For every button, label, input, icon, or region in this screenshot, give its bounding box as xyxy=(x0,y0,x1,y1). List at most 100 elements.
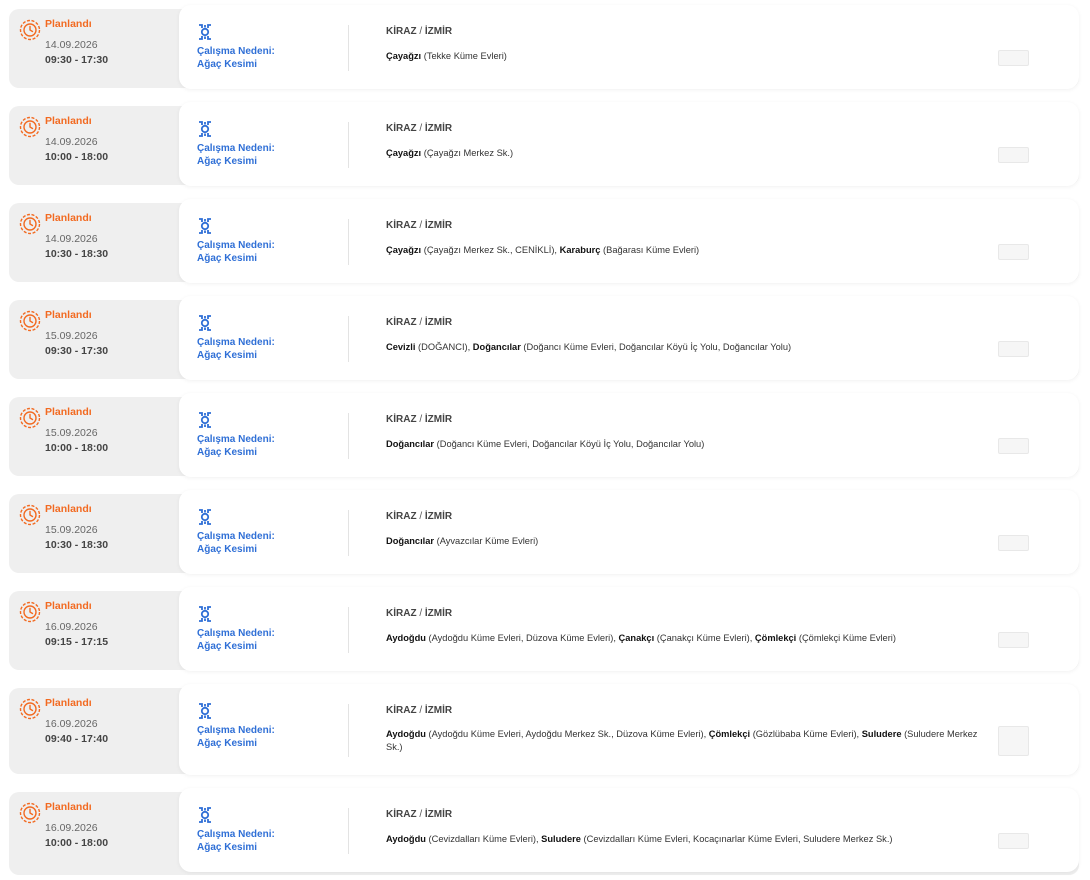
outage-card: Çalışma Nedeni: Ağaç Kesimi KİRAZ / İZMİR A… xyxy=(179,788,1079,872)
planned-clock-icon xyxy=(19,601,41,623)
details-button[interactable] xyxy=(998,726,1029,756)
outage-list: Planlandı 14.09.2026 09:30 - 17:30 Çalışma … xyxy=(0,0,1090,880)
status-label: Planlandı xyxy=(45,406,92,418)
outage-date: 15.09.2026 xyxy=(45,330,98,342)
status-label: Planlandı xyxy=(45,212,92,224)
reason-value: Ağaç Kesimi xyxy=(197,544,258,555)
planned-clock-icon xyxy=(19,310,41,332)
outage-date: 16.09.2026 xyxy=(45,718,98,730)
divider xyxy=(348,25,349,71)
outage-date: 14.09.2026 xyxy=(45,136,98,148)
reason-label: Çalışma Nedeni: xyxy=(197,829,275,840)
reason-label: Çalışma Nedeni: xyxy=(197,725,275,736)
province-name: İZMİR xyxy=(424,608,453,619)
details-button[interactable] xyxy=(998,438,1029,454)
area-streets: (DOĞANCI), xyxy=(415,342,473,352)
divider xyxy=(348,510,349,556)
area-name: Çömlekçi xyxy=(708,729,751,739)
area-name: Aydoğdu xyxy=(386,729,426,739)
location-separator: / xyxy=(416,608,425,619)
status-panel: Planlandı 14.09.2026 09:30 - 17:30 xyxy=(9,9,179,88)
reason-label: Çalışma Nedeni: xyxy=(197,46,275,57)
gear-tool-icon xyxy=(196,806,214,824)
reason-label: Çalışma Nedeni: xyxy=(197,628,275,639)
reason-label: Çalışma Nedeni: xyxy=(197,434,275,445)
area-streets: (Ayvazcılar Küme Evleri) xyxy=(434,536,539,546)
district-name: KİRAZ xyxy=(386,511,417,522)
area-streets: (Bağarası Küme Evleri) xyxy=(600,245,700,255)
affected-areas: Cevizli (DOĞANCI), Doğancılar (Doğancı K… xyxy=(386,341,986,354)
status-panel: Planlandı 15.09.2026 10:00 - 18:00 xyxy=(9,397,179,476)
details-button[interactable] xyxy=(998,147,1029,163)
province-name: İZMİR xyxy=(424,511,453,522)
area-name: Cevizli xyxy=(386,342,416,352)
outage-row: Planlandı 14.09.2026 09:30 - 17:30 Çalışma … xyxy=(9,5,1079,89)
reason-value: Ağaç Kesimi xyxy=(197,350,258,361)
district-name: KİRAZ xyxy=(386,317,417,328)
district-name: KİRAZ xyxy=(386,809,417,820)
area-streets: (Doğancı Küme Evleri, Doğancılar Köyü İç… xyxy=(520,342,792,352)
location-header: KİRAZ / İZMİR xyxy=(386,414,452,425)
divider xyxy=(348,704,349,757)
reason-value: Ağaç Kesimi xyxy=(197,59,258,70)
area-name: Çayağzı xyxy=(386,51,422,61)
status-panel: Planlandı 16.09.2026 09:40 - 17:40 xyxy=(9,688,179,774)
outage-card: Çalışma Nedeni: Ağaç Kesimi KİRAZ / İZMİR C… xyxy=(179,296,1079,380)
details-button[interactable] xyxy=(998,244,1029,260)
affected-areas: Çayağzı (Çayağzı Merkez Sk.) xyxy=(386,147,986,160)
outage-row: Planlandı 16.09.2026 09:15 - 17:15 Çalışma … xyxy=(9,587,1079,671)
reason-label: Çalışma Nedeni: xyxy=(197,531,275,542)
district-name: KİRAZ xyxy=(386,705,417,716)
outage-time: 09:40 - 17:40 xyxy=(45,733,109,745)
location-header: KİRAZ / İZMİR xyxy=(386,26,452,37)
details-button[interactable] xyxy=(998,632,1029,648)
outage-card: Çalışma Nedeni: Ağaç Kesimi KİRAZ / İZMİR D… xyxy=(179,393,1079,477)
status-label: Planlandı xyxy=(45,309,92,321)
reason-value: Ağaç Kesimi xyxy=(197,641,258,652)
area-name: Çayağzı xyxy=(386,245,422,255)
district-name: KİRAZ xyxy=(386,123,417,134)
details-button[interactable] xyxy=(998,535,1029,551)
province-name: İZMİR xyxy=(424,26,453,37)
outage-time: 10:30 - 18:30 xyxy=(45,539,109,551)
divider xyxy=(348,122,349,168)
area-name: Doğancılar xyxy=(386,536,435,546)
area-streets: (Aydoğdu Küme Evleri, Düzova Küme Evleri… xyxy=(425,633,619,643)
affected-areas: Doğancılar (Doğancı Küme Evleri, Doğancı… xyxy=(386,438,986,451)
province-name: İZMİR xyxy=(424,809,453,820)
location-header: KİRAZ / İZMİR xyxy=(386,809,452,820)
location-separator: / xyxy=(416,123,425,134)
affected-areas: Doğancılar (Ayvazcılar Küme Evleri) xyxy=(386,535,986,548)
outage-card: Çalışma Nedeni: Ağaç Kesimi KİRAZ / İZMİR A… xyxy=(179,587,1079,671)
details-button[interactable] xyxy=(998,341,1029,357)
status-panel: Planlandı 16.09.2026 09:15 - 17:15 xyxy=(9,591,179,670)
gear-tool-icon xyxy=(196,605,214,623)
outage-time: 10:00 - 18:00 xyxy=(45,837,109,849)
reason-value: Ağaç Kesimi xyxy=(197,842,258,853)
affected-areas: Aydoğdu (Cevizdalları Küme Evleri), Sulu… xyxy=(386,833,986,846)
divider xyxy=(348,808,349,854)
divider xyxy=(348,219,349,265)
gear-tool-icon xyxy=(196,411,214,429)
status-label: Planlandı xyxy=(45,600,92,612)
reason-value: Ağaç Kesimi xyxy=(197,738,258,749)
planned-clock-icon xyxy=(19,407,41,429)
status-label: Planlandı xyxy=(45,801,92,813)
outage-row: Planlandı 15.09.2026 09:30 - 17:30 Çalışma … xyxy=(9,296,1079,380)
outage-row: Planlandı 14.09.2026 10:30 - 18:30 Çalışma … xyxy=(9,199,1079,283)
details-button[interactable] xyxy=(998,833,1029,849)
reason-value: Ağaç Kesimi xyxy=(197,253,258,264)
outage-card: Çalışma Nedeni: Ağaç Kesimi KİRAZ / İZMİR Ç… xyxy=(179,5,1079,89)
divider xyxy=(348,413,349,459)
details-button[interactable] xyxy=(998,50,1029,66)
outage-date: 14.09.2026 xyxy=(45,39,98,51)
status-panel: Planlandı 15.09.2026 10:30 - 18:30 xyxy=(9,494,179,573)
gear-tool-icon xyxy=(196,120,214,138)
area-name: Çömlekçi xyxy=(754,633,797,643)
location-separator: / xyxy=(416,220,425,231)
gear-tool-icon xyxy=(196,508,214,526)
gear-tool-icon xyxy=(196,314,214,332)
outage-date: 15.09.2026 xyxy=(45,427,98,439)
location-header: KİRAZ / İZMİR xyxy=(386,220,452,231)
area-streets: (Tekke Küme Evleri) xyxy=(421,51,507,61)
